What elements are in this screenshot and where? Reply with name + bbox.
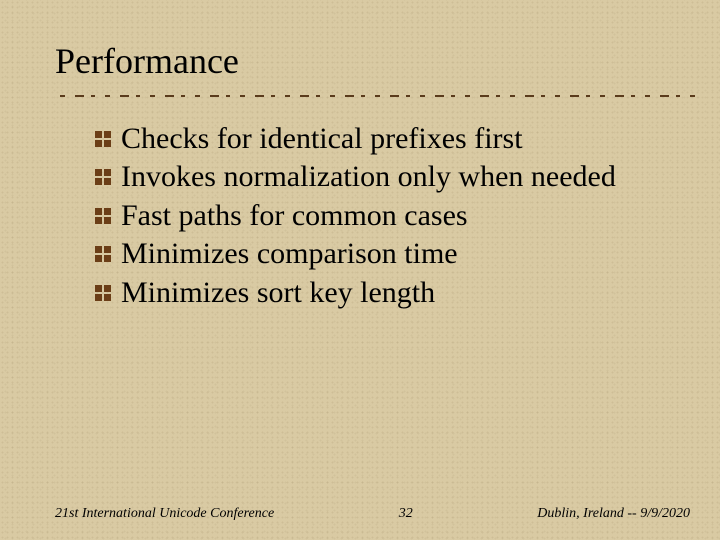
list-item: Minimizes sort key length xyxy=(95,274,695,312)
footer-left: 21st International Unicode Conference xyxy=(55,506,274,522)
list-item: Minimizes comparison time xyxy=(95,235,695,273)
bullet-icon xyxy=(95,246,111,262)
footer-page-number: 32 xyxy=(399,506,413,522)
list-item: Checks for identical prefixes first xyxy=(95,120,695,158)
bullet-icon xyxy=(95,169,111,185)
bullet-text: Invokes normalization only when needed xyxy=(121,160,616,193)
footer-right: Dublin, Ireland -- 9/9/2020 xyxy=(537,506,690,522)
bullet-icon xyxy=(95,131,111,147)
bullet-text: Checks for identical prefixes first xyxy=(121,122,523,155)
slide: Performance Checks for identical prefixe… xyxy=(0,0,720,540)
bullet-text: Minimizes comparison time xyxy=(121,237,458,270)
bullet-text: Fast paths for common cases xyxy=(121,199,468,232)
bullet-list: Checks for identical prefixes first Invo… xyxy=(55,120,695,312)
title-divider xyxy=(55,94,695,98)
bullet-icon xyxy=(95,208,111,224)
slide-title: Performance xyxy=(55,40,695,82)
bullet-text: Minimizes sort key length xyxy=(121,276,435,309)
slide-footer: 21st International Unicode Conference 32… xyxy=(0,506,720,522)
bullet-icon xyxy=(95,285,111,301)
list-item: Invokes normalization only when needed xyxy=(95,158,695,196)
list-item: Fast paths for common cases xyxy=(95,197,695,235)
